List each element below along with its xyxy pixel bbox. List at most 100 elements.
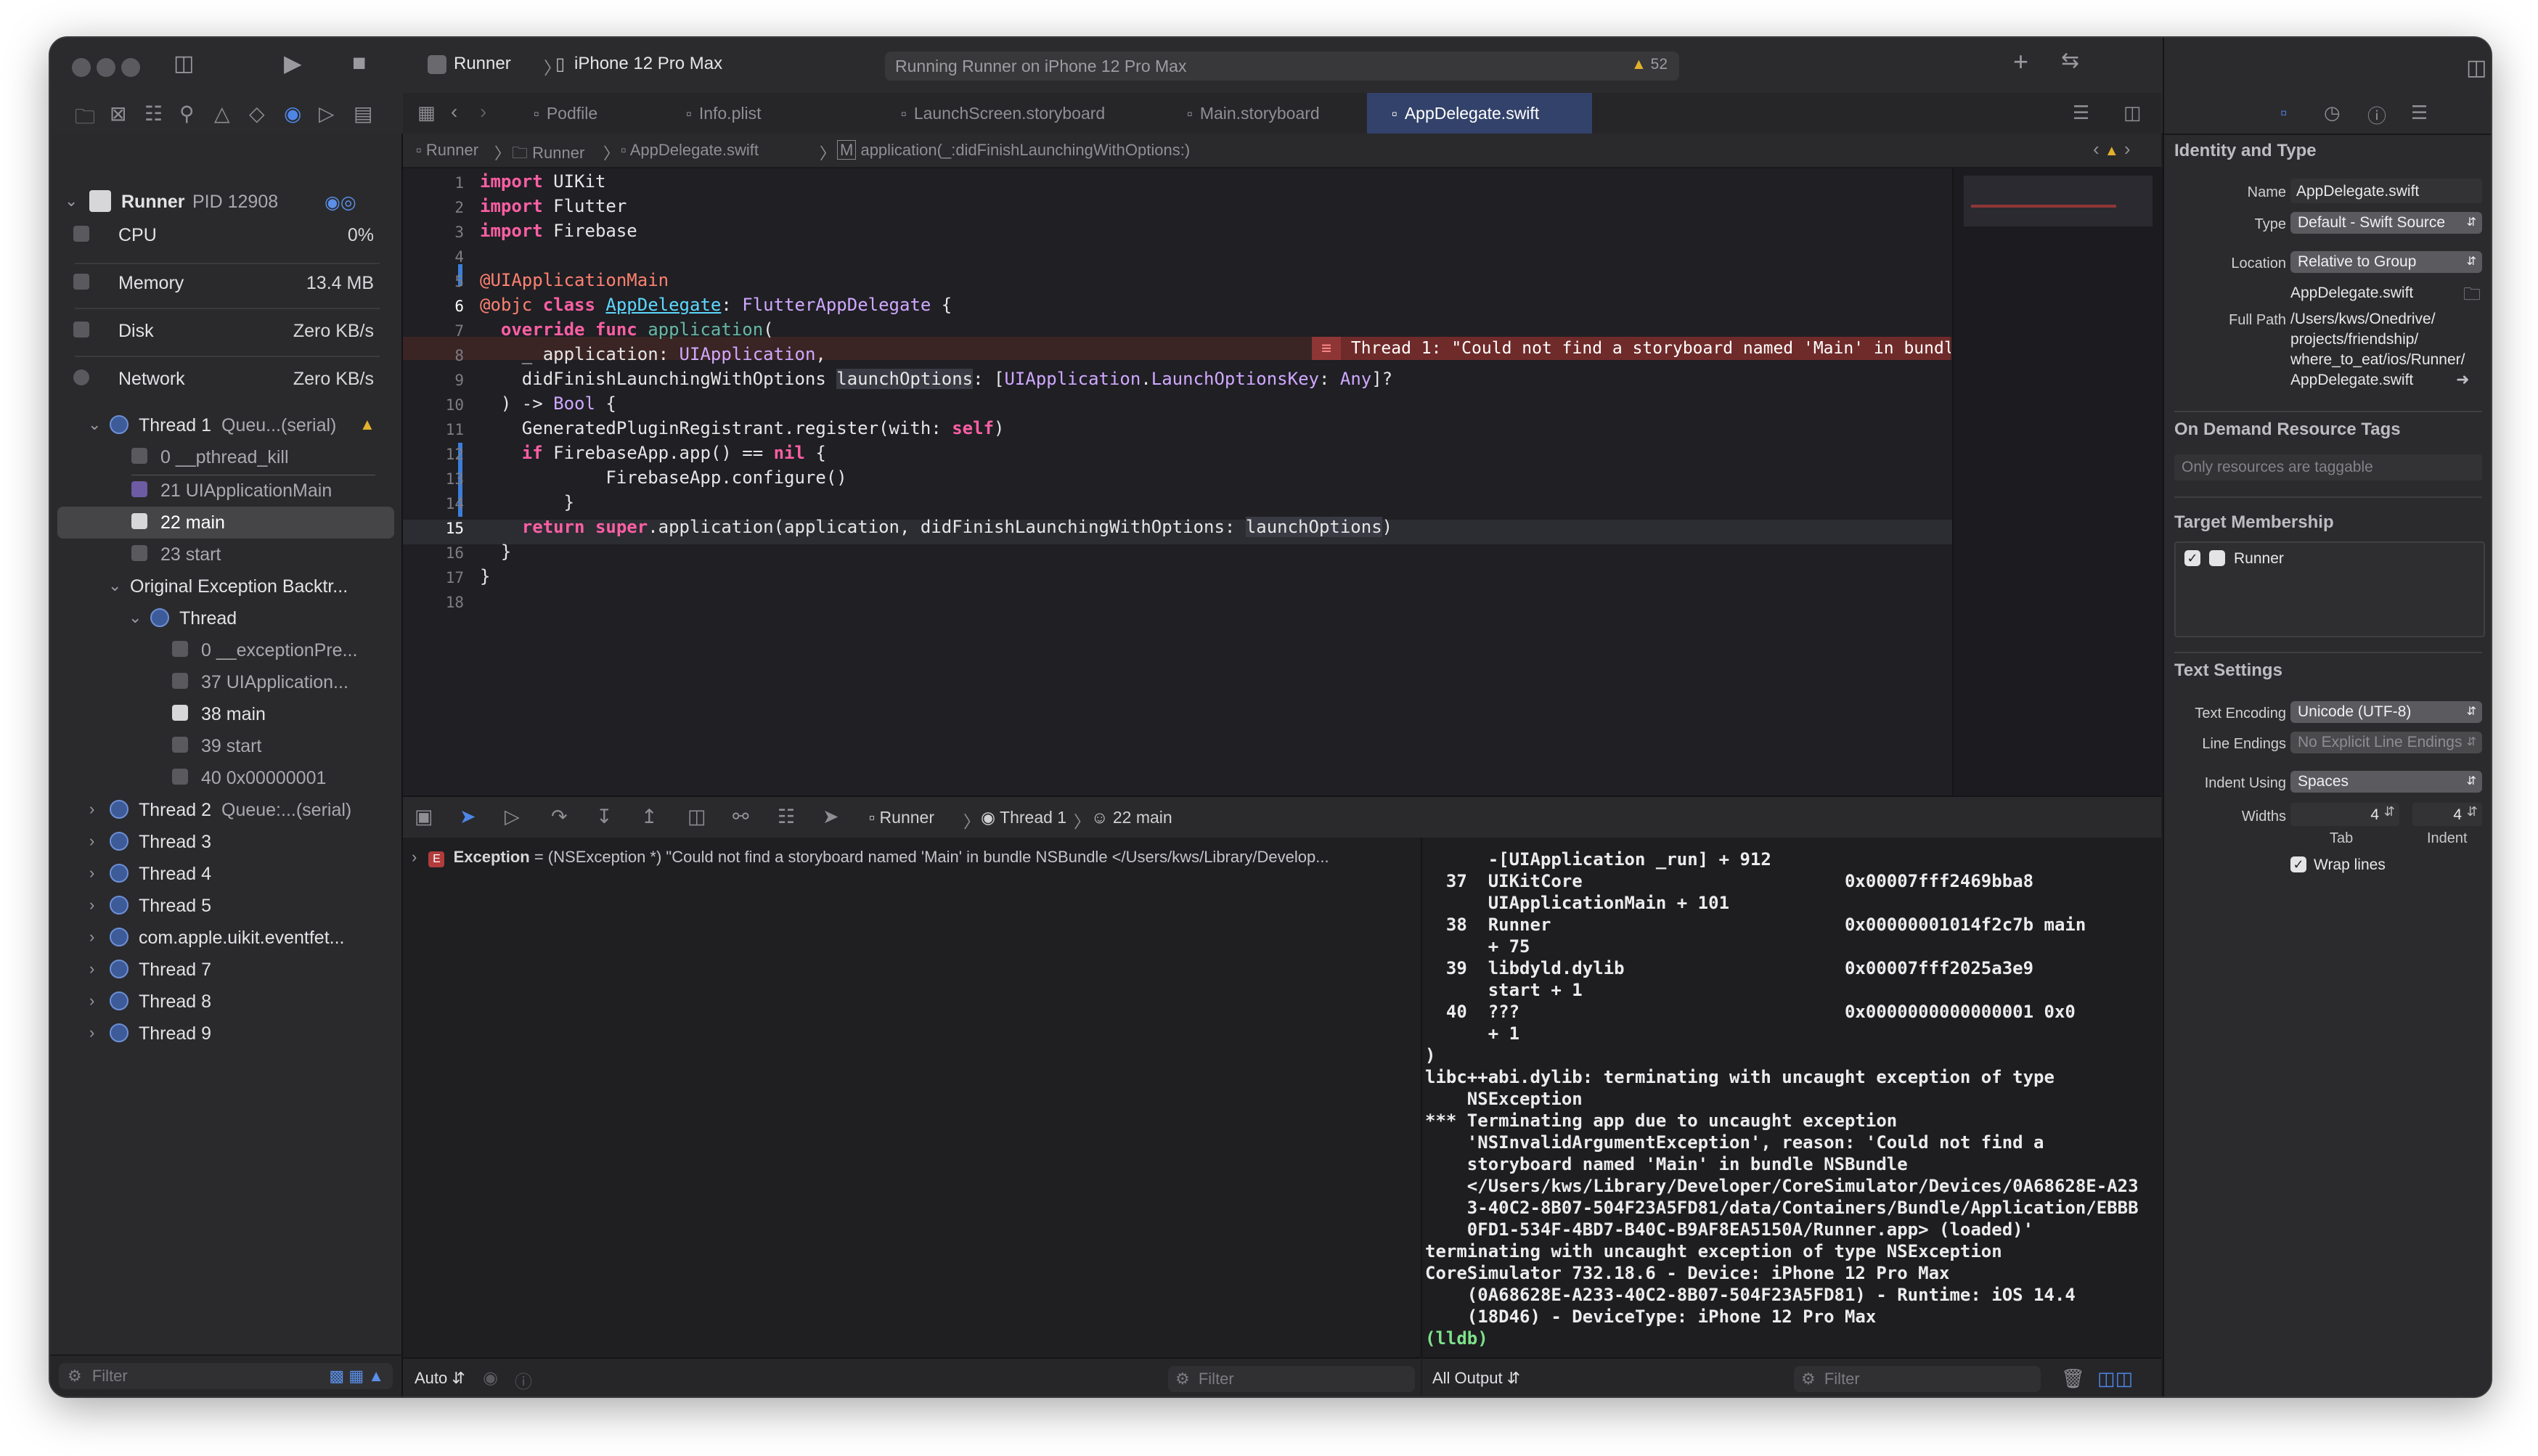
- stepper-icon[interactable]: ⇵: [2384, 804, 2395, 819]
- eye-icon[interactable]: ◉: [483, 1367, 498, 1388]
- tab-width-stepper[interactable]: 4 ⇵: [2290, 803, 2399, 826]
- process-row[interactable]: ⌄ Runner PID 12908 ◉◎: [50, 186, 401, 218]
- frame-row[interactable]: 37 UIApplication...: [50, 666, 401, 698]
- minimize-window-button[interactable]: [97, 58, 115, 77]
- thread-row[interactable]: ⌄ Thread 1 Queu...(serial) ▲: [50, 409, 401, 441]
- thread-row[interactable]: › Thread 7: [50, 954, 401, 986]
- frame-row[interactable]: 40 0x00000001: [50, 762, 401, 794]
- chevron-right-icon[interactable]: ›: [89, 991, 94, 1010]
- warning-count[interactable]: ▲ 52: [1631, 56, 1668, 73]
- add-icon[interactable]: +: [2013, 46, 2028, 77]
- destination-selector[interactable]: iPhone 12 Pro Max: [574, 54, 722, 74]
- step-over-icon[interactable]: ↷: [551, 806, 568, 828]
- issue-icon[interactable]: △: [214, 102, 230, 126]
- thread-row[interactable]: › com.apple.uikit.eventfet...: [50, 922, 401, 954]
- report-icon[interactable]: ▤: [354, 102, 372, 126]
- stepper-icon[interactable]: ⇵: [2467, 804, 2478, 819]
- grid-icon[interactable]: ▦: [417, 102, 436, 124]
- symbol-icon[interactable]: ☷: [144, 102, 163, 126]
- gauge-network[interactable]: Network Zero KB/s: [50, 363, 401, 395]
- lldb-prompt[interactable]: (lldb): [1425, 1328, 1488, 1349]
- file-inspector-icon[interactable]: ▫: [2280, 102, 2287, 124]
- indent-using-select[interactable]: Spaces ⇵: [2290, 771, 2482, 793]
- gauge-memory[interactable]: Memory 13.4 MB: [50, 267, 401, 299]
- navigator-filter-input[interactable]: ⚙ Filter ▩ ▦ ▲: [59, 1363, 393, 1389]
- view-hierarchy-icon[interactable]: ◫: [687, 806, 706, 828]
- chevron-right-icon[interactable]: ›: [89, 832, 94, 851]
- backtrace-thread-row[interactable]: ⌄ Thread: [50, 602, 401, 634]
- chevron-right-icon[interactable]: ›: [89, 960, 94, 978]
- thread-row[interactable]: › Thread 5: [50, 890, 401, 922]
- step-out-icon[interactable]: ↥: [641, 806, 658, 828]
- continue-icon[interactable]: ▷: [505, 806, 520, 828]
- frame-row[interactable]: 23 start: [50, 539, 401, 570]
- chevron-right-icon[interactable]: ›: [89, 928, 94, 946]
- trash-icon[interactable]: 🗑: [2061, 1367, 2085, 1390]
- breakpoint-icon[interactable]: ▷: [319, 102, 335, 126]
- line-endings-select[interactable]: No Explicit Line Endings ⇵: [2290, 732, 2482, 753]
- debug-gauge-icon[interactable]: ◉◎: [325, 192, 356, 213]
- chevron-right-icon[interactable]: ›: [412, 848, 417, 866]
- run-button[interactable]: ▶: [284, 49, 302, 77]
- frame-row[interactable]: 39 start: [50, 730, 401, 762]
- test-icon[interactable]: ◇: [249, 102, 265, 126]
- indent-width-stepper[interactable]: 4 ⇵: [2412, 803, 2482, 826]
- chevron-down-icon[interactable]: ⌄: [65, 192, 78, 210]
- help-icon[interactable]: ⓘ: [2367, 102, 2386, 128]
- console-filter-input[interactable]: ⚙ Filter: [1794, 1366, 2041, 1392]
- gauge-disk[interactable]: Disk Zero KB/s: [50, 315, 401, 347]
- minimap-viewport[interactable]: [1964, 176, 2153, 226]
- thread-row[interactable]: › Thread 8: [50, 986, 401, 1018]
- variable-row[interactable]: › E Exception = (NSException *) "Could n…: [412, 848, 1329, 867]
- debug-thread-selector[interactable]: ◉ Thread 1: [981, 808, 1066, 827]
- debug-navigator-icon[interactable]: ◉: [284, 102, 301, 126]
- thread-row[interactable]: › Thread 9: [50, 1018, 401, 1050]
- forward-arrow-icon[interactable]: ›: [480, 100, 486, 123]
- close-window-button[interactable]: [72, 58, 91, 77]
- encoding-select[interactable]: Unicode (UTF-8) ⇵: [2290, 701, 2482, 723]
- tab-info-plist[interactable]: ▫ Info.plist: [686, 93, 831, 134]
- chevron-down-icon[interactable]: ⌄: [128, 608, 142, 627]
- scheme-selector[interactable]: Runner: [454, 54, 511, 74]
- step-into-icon[interactable]: ↧: [596, 806, 613, 828]
- split-editor-icon[interactable]: ◫: [2123, 102, 2142, 124]
- filter-options-icon[interactable]: ▩ ▦ ▲: [329, 1363, 384, 1389]
- tab-launchscreen-storyboard[interactable]: ▫ LaunchScreen.storyboard: [901, 93, 1141, 134]
- gauge-cpu[interactable]: CPU 0%: [50, 219, 401, 251]
- hide-debug-area-icon[interactable]: ▣: [415, 806, 433, 828]
- console-output[interactable]: -[UIApplication _run] + 912 37 UIKitCore…: [1422, 838, 2161, 1357]
- sidebar-toggle-icon[interactable]: ◫: [174, 51, 194, 76]
- memory-graph-icon[interactable]: ⚯: [733, 806, 749, 828]
- frame-row[interactable]: 38 main: [50, 698, 401, 730]
- frame-row[interactable]: 0 __exceptionPre...: [50, 634, 401, 666]
- source-control-icon[interactable]: ⊠: [110, 102, 126, 126]
- error-banner[interactable]: ≡ Thread 1: "Could not find a storyboard…: [1312, 337, 1951, 360]
- variables-mode-select[interactable]: Auto ⇵: [415, 1369, 465, 1388]
- editor-options-icon[interactable]: ☰: [2073, 102, 2089, 124]
- output-mode-select[interactable]: All Output ⇵: [1432, 1369, 1520, 1388]
- wrap-lines-checkbox[interactable]: ✓: [2290, 856, 2306, 872]
- jump-method[interactable]: M application(_:didFinishLaunchingWithOp…: [837, 140, 1190, 160]
- swap-icon[interactable]: ⇆: [2061, 48, 2079, 73]
- chevron-down-icon[interactable]: ⌄: [108, 576, 121, 595]
- zoom-window-button[interactable]: [121, 58, 140, 77]
- tab-podfile[interactable]: ▫ Podfile: [534, 93, 664, 134]
- back-arrow-icon[interactable]: ‹: [451, 100, 457, 123]
- jump-runner-group[interactable]: 🗀 Runner: [512, 141, 584, 168]
- layout-toggle-icon[interactable]: ◫◫: [2097, 1367, 2133, 1390]
- tab-appdelegate-swift[interactable]: ▫ AppDelegate.swift: [1367, 93, 1592, 134]
- folder-icon[interactable]: 🗀: [75, 102, 95, 136]
- environment-icon[interactable]: ☷: [778, 806, 795, 828]
- chevron-right-icon[interactable]: ›: [89, 896, 94, 915]
- stop-button[interactable]: ■: [352, 49, 366, 76]
- breakpoints-toggle-icon[interactable]: ➤: [460, 806, 476, 828]
- history-icon[interactable]: ◷: [2324, 102, 2341, 124]
- thread-row[interactable]: › Thread 4: [50, 858, 401, 890]
- type-select[interactable]: Default - Swift Source ⇵: [2290, 212, 2482, 234]
- thread-row[interactable]: › Thread 3: [50, 826, 401, 858]
- minimap[interactable]: [1952, 168, 2163, 796]
- variables-filter-input[interactable]: ⚙ Filter: [1168, 1366, 1415, 1392]
- backtrace-row[interactable]: ⌄ Original Exception Backtr...: [50, 570, 401, 602]
- location-select[interactable]: Relative to Group ⇵: [2290, 251, 2482, 273]
- chevron-right-icon[interactable]: ›: [89, 864, 94, 883]
